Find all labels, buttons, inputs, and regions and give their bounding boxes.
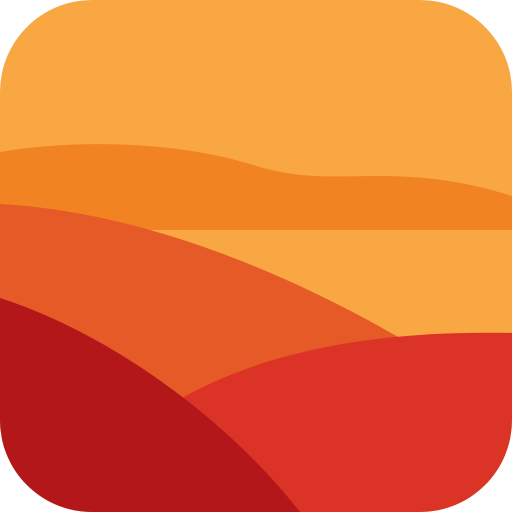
landscape-hills-icon xyxy=(0,0,512,512)
app-icon xyxy=(0,0,512,512)
